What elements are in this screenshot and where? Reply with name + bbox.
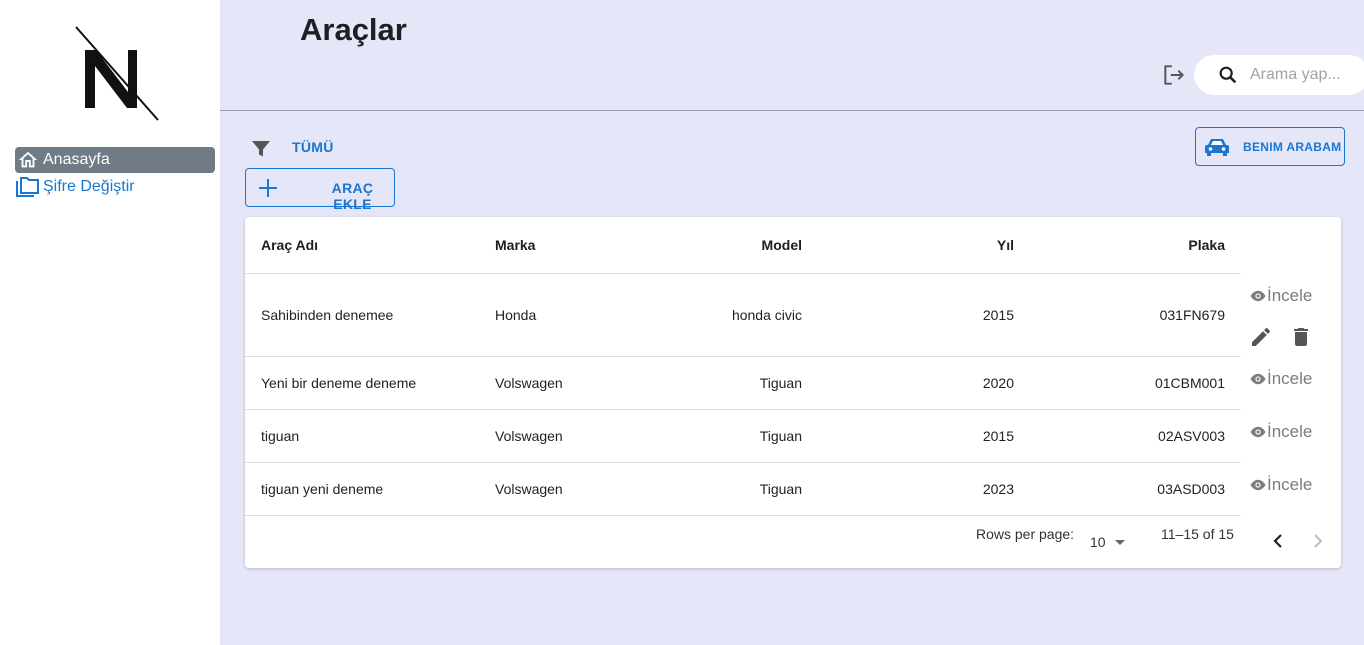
logo-icon: [75, 26, 159, 121]
cell-plaka: 03ASD003: [1157, 481, 1225, 497]
table-row: tiguan Volswagen Tiguan 2015 02ASV003: [245, 410, 1241, 463]
cell-plaka: 01CBM001: [1154, 375, 1225, 391]
inspect-label: İncele: [1267, 422, 1313, 441]
cell-name: Sahibinden denemee: [261, 307, 394, 323]
table-row: tiguan yeni deneme Volswagen Tiguan 2023…: [245, 463, 1241, 516]
cell-plaka: 031FN679: [1159, 307, 1225, 323]
cell-model: Tiguan: [759, 428, 802, 444]
inspect-button[interactable]: İncele: [1249, 369, 1312, 389]
cell-name: Yeni bir deneme deneme: [261, 375, 417, 391]
eye-icon: [1249, 370, 1267, 388]
inspect-button[interactable]: İncele: [1249, 475, 1312, 495]
table-row: Yeni bir deneme deneme Volswagen Tiguan …: [245, 357, 1241, 410]
rows-per-page-value: 10: [1090, 534, 1106, 550]
column-header-model[interactable]: Model: [762, 237, 802, 253]
sidebar: Anasayfa Şifre Değiştir: [0, 0, 220, 645]
logo: [70, 22, 165, 124]
eye-icon: [1249, 476, 1267, 494]
folders-icon: [16, 175, 40, 199]
cell-plaka: 02ASV003: [1158, 428, 1225, 444]
sidebar-item-anasayfa[interactable]: Anasayfa: [15, 147, 215, 173]
sidebar-item-label: Şifre Değiştir: [43, 178, 135, 195]
my-car-button[interactable]: BENIM ARABAM: [1195, 127, 1345, 166]
rows-per-page-select[interactable]: 10: [1090, 532, 1130, 552]
edit-icon[interactable]: [1249, 325, 1273, 349]
cell-name: tiguan: [261, 428, 300, 444]
filter-icon[interactable]: [249, 137, 273, 161]
page-title: Araçlar: [300, 12, 407, 47]
cell-marka: Honda: [495, 307, 537, 323]
home-icon: [16, 148, 40, 172]
search-input[interactable]: [1250, 63, 1360, 87]
column-header-yil[interactable]: Yıl: [997, 237, 1014, 253]
inspect-button[interactable]: İncele: [1249, 422, 1312, 442]
cell-yil: 2023: [982, 481, 1014, 497]
pagination-range: 11–15 of 15: [1161, 526, 1234, 542]
sidebar-item-label: Anasayfa: [43, 151, 110, 168]
plus-icon: [256, 176, 280, 200]
eye-icon: [1249, 423, 1267, 441]
inspect-label: İncele: [1267, 369, 1313, 388]
search-icon: [1217, 64, 1239, 86]
cell-name: tiguan yeni deneme: [261, 481, 384, 497]
delete-icon[interactable]: [1289, 325, 1313, 349]
car-icon: [1203, 134, 1231, 160]
my-car-label: BENIM ARABAM: [1243, 140, 1342, 154]
cell-model: Tiguan: [759, 375, 802, 391]
cell-marka: Volswagen: [495, 428, 563, 444]
inspect-button[interactable]: İncele: [1249, 286, 1312, 306]
search-box[interactable]: [1194, 55, 1364, 95]
sidebar-item-sifre-degistir[interactable]: Şifre Değiştir: [15, 174, 215, 200]
add-vehicle-label: ARAÇ EKLE: [331, 180, 374, 212]
cell-model: Tiguan: [759, 481, 802, 497]
eye-icon: [1249, 287, 1267, 305]
vehicles-table: Araç Adı Marka Model Yıl Plaka Sahibinde…: [245, 217, 1341, 568]
inspect-label: İncele: [1267, 286, 1313, 305]
add-vehicle-button[interactable]: ARAÇ EKLE: [245, 168, 395, 212]
table-header: Araç Adı Marka Model Yıl Plaka: [245, 217, 1241, 274]
table-row: Sahibinden denemee Honda honda civic 201…: [245, 274, 1241, 357]
rows-per-page-label: Rows per page:: [976, 526, 1075, 542]
column-header-name[interactable]: Araç Adı: [261, 237, 318, 253]
cell-yil: 2015: [982, 307, 1014, 323]
column-header-marka[interactable]: Marka: [495, 237, 535, 253]
cell-yil: 2015: [982, 428, 1014, 444]
cell-model: honda civic: [731, 307, 802, 323]
cell-yil: 2020: [982, 375, 1014, 391]
chevron-right-icon[interactable]: [1306, 529, 1330, 553]
header-divider: [220, 110, 1364, 111]
chevron-down-icon: [1114, 539, 1125, 545]
logout-icon[interactable]: [1161, 62, 1187, 88]
column-header-plaka[interactable]: Plaka: [1188, 237, 1225, 253]
chevron-left-icon[interactable]: [1266, 529, 1290, 553]
cell-marka: Volswagen: [495, 375, 563, 391]
inspect-label: İncele: [1267, 475, 1313, 494]
cell-marka: Volswagen: [495, 481, 563, 497]
main-content: Araçlar TÜMÜ ARAÇ EKLE BENIM ARABAM Araç…: [220, 0, 1364, 645]
filter-all-button[interactable]: TÜMÜ: [292, 139, 334, 155]
